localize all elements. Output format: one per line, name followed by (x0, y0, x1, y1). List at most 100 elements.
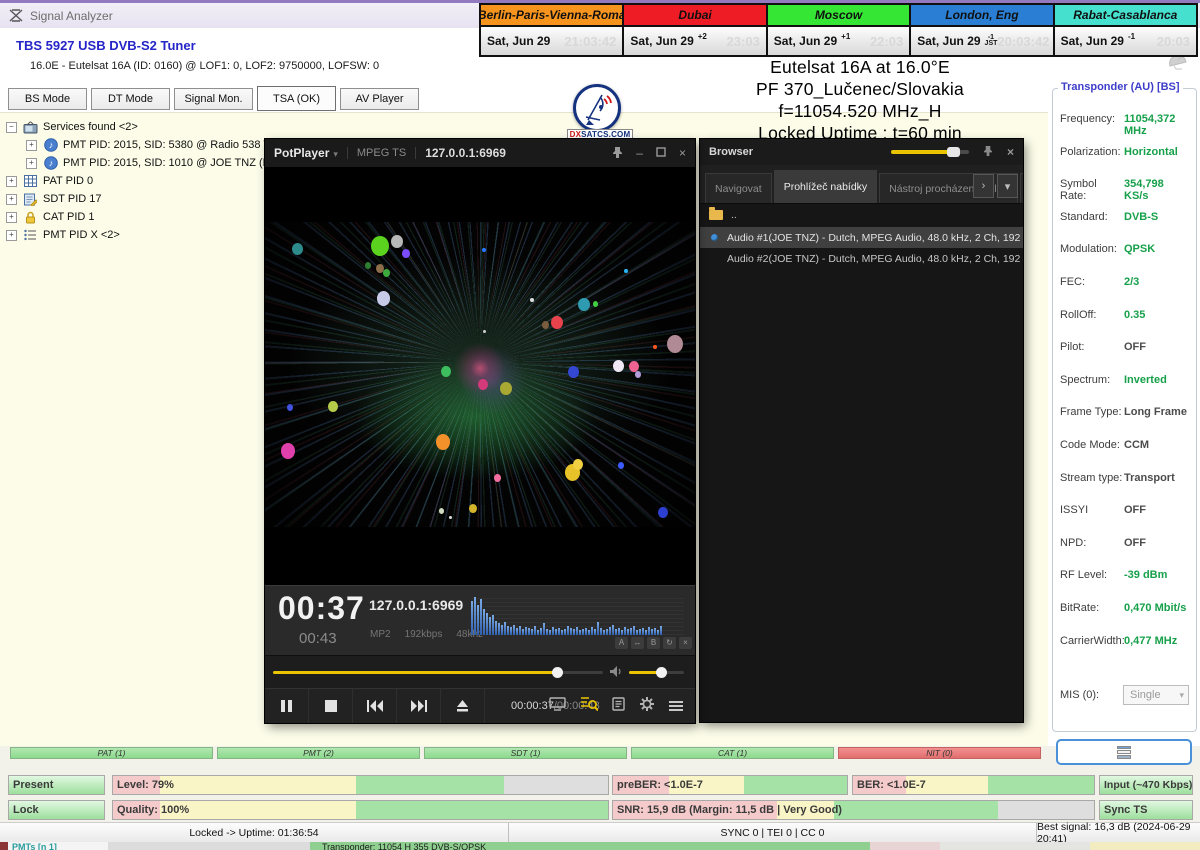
tree-expander[interactable]: − (6, 122, 17, 133)
transponder-label: RollOff: (1060, 309, 1124, 342)
overlay-line-1: PF 370_Lučenec/Slovakia (610, 78, 1110, 100)
minimize-icon[interactable]: – (636, 146, 643, 160)
spectrum-bar (597, 622, 599, 635)
next-button[interactable] (397, 689, 441, 723)
transponder-value: -39 dBm (1124, 569, 1167, 602)
visualization-dot (593, 301, 598, 307)
transponder-label: Code Mode: (1060, 439, 1124, 472)
spectrum-bar (516, 628, 518, 635)
mini-icon-↔[interactable]: ↔ (631, 637, 644, 649)
potplayer-menu[interactable]: PotPlayer (274, 146, 329, 160)
potplayer-titlebar[interactable]: PotPlayer ▾ MPEG TS 127.0.0.1:6969 – × (265, 139, 695, 167)
seek-bar[interactable] (273, 671, 603, 674)
volume-bar[interactable] (629, 671, 684, 674)
details-button[interactable] (1056, 739, 1192, 765)
pin-icon[interactable] (612, 146, 623, 161)
browser-tab-prohl-e-nab-dky[interactable]: Prohlížeč nabídky (774, 170, 877, 203)
spectrum-bar (498, 623, 500, 635)
visualization-dot (365, 262, 371, 269)
transponder-row: Code Mode:CCM (1053, 439, 1196, 472)
browser-tab-navigovat[interactable]: Navigovat (705, 173, 772, 203)
browser-titlebar[interactable]: Browser × (700, 139, 1023, 165)
cast-screen-icon[interactable] (549, 697, 566, 716)
menu-icon[interactable] (669, 701, 683, 711)
transponder-value: 0,477 MHz (1124, 635, 1177, 668)
transponder-value: OFF (1124, 537, 1146, 570)
audio-track-item[interactable]: Audio #2(JOE TNZ) - Dutch, MPEG Audio, 4… (700, 248, 1023, 269)
stop-button[interactable] (309, 689, 353, 723)
browser-title: Browser (709, 146, 753, 158)
present-indicator: Present (8, 775, 105, 795)
tab-list-icon[interactable]: ▾ (997, 174, 1018, 198)
settings-gear-icon[interactable] (639, 696, 655, 717)
psi-status-row: PAT (1)PMT (2)SDT (1)CAT (1)NIT (0) (10, 747, 1041, 759)
pause-button[interactable] (265, 689, 309, 723)
spectrum-bar (555, 629, 557, 635)
folder-icon (709, 210, 723, 220)
browser-tab-online[interactable]: Online (1020, 173, 1023, 203)
pin-icon[interactable] (983, 145, 993, 159)
parent-directory-row[interactable]: .. (700, 203, 1023, 227)
eject-button[interactable] (441, 689, 485, 723)
lock-icon (23, 211, 38, 224)
clock-city: Berlin-Paris-Vienna-Roma (481, 5, 622, 27)
transponder-row: Frame Type:Long Frame (1053, 406, 1196, 439)
clock-3: London, EngSat, Jun 29-1JST20:03:42 (911, 5, 1052, 55)
volume-icon[interactable] (609, 665, 623, 683)
browser-tabs: NavigovatProhlížeč nabídkyNástroj prochá… (700, 165, 1023, 204)
audio-track-item[interactable]: Audio #1(JOE TNZ) - Dutch, MPEG Audio, 4… (700, 227, 1023, 248)
tree-expander[interactable]: + (26, 158, 37, 169)
current-time: 00:00:37 (511, 700, 554, 712)
transponder-panel: Transponder (AU) [BS] Frequency:11054,37… (1052, 88, 1197, 732)
opacity-slider[interactable] (891, 150, 969, 154)
close-icon[interactable]: × (1007, 145, 1014, 159)
tree-expander[interactable]: + (6, 176, 17, 187)
previous-button[interactable] (353, 689, 397, 723)
mini-icon-B[interactable]: B (647, 637, 660, 649)
status-best-signal: Best signal: 16,3 dB (2024-06-29 20:41) (1037, 823, 1200, 842)
slider-handle[interactable] (947, 147, 960, 157)
tree-expander[interactable]: + (6, 212, 17, 223)
visualization-dot (618, 462, 624, 469)
tab-bs-mode[interactable]: BS Mode (8, 88, 87, 110)
clock-offset: -1JST (985, 35, 998, 47)
tree-item[interactable]: −Services found <2> (6, 118, 335, 136)
transponder-label: ISSYI (1060, 504, 1124, 537)
mini-icon-×[interactable]: × (679, 637, 692, 649)
dxsatcs-dish-icon (573, 84, 621, 132)
mini-icon-↻[interactable]: ↻ (663, 637, 676, 649)
volume-handle[interactable] (656, 667, 667, 678)
tree-expander[interactable]: + (6, 194, 17, 205)
tab-tsa-ok-[interactable]: TSA (OK) (257, 86, 336, 111)
psi-bar-pmt-2-: PMT (2) (217, 747, 420, 759)
tree-expander[interactable]: + (26, 140, 37, 151)
transponder-label: Modulation: (1060, 243, 1124, 276)
mis-select[interactable]: Single▾ (1123, 685, 1189, 705)
restore-icon[interactable] (656, 146, 666, 160)
playlist-search-icon[interactable] (580, 696, 598, 716)
spectrum-bar (639, 629, 641, 635)
transponder-value: DVB-S (1124, 211, 1158, 244)
spectrum-bar (600, 628, 602, 635)
log-panel-icon[interactable] (612, 697, 625, 716)
tab-scroll-icon[interactable]: › (973, 174, 994, 198)
video-area[interactable] (265, 167, 695, 585)
tab-dt-mode[interactable]: DT Mode (91, 88, 170, 110)
spectrum-bar (489, 617, 491, 635)
clock-date: Sat, Jun 29 (917, 34, 980, 48)
svg-text:♪: ♪ (48, 158, 53, 168)
audio-track-label: Audio #1(JOE TNZ) - Dutch, MPEG Audio, 4… (727, 232, 1023, 244)
spectrum-bar (480, 599, 482, 635)
table-icon (23, 175, 38, 187)
tab-signal-mon-[interactable]: Signal Mon. (174, 88, 253, 110)
spectrum-bar (558, 628, 560, 635)
tab-av-player[interactable]: AV Player (340, 88, 419, 110)
tree-item-label: PMT PID X <2> (43, 229, 120, 241)
spectrum-bar (501, 625, 503, 635)
close-icon[interactable]: × (679, 146, 686, 160)
seek-handle[interactable] (552, 667, 563, 678)
spectrum-bar (660, 626, 662, 635)
mini-icon-A[interactable]: A (615, 637, 628, 649)
tree-expander[interactable]: + (6, 230, 17, 241)
clock-2: MoscowSat, Jun 29+122:03 (768, 5, 909, 55)
